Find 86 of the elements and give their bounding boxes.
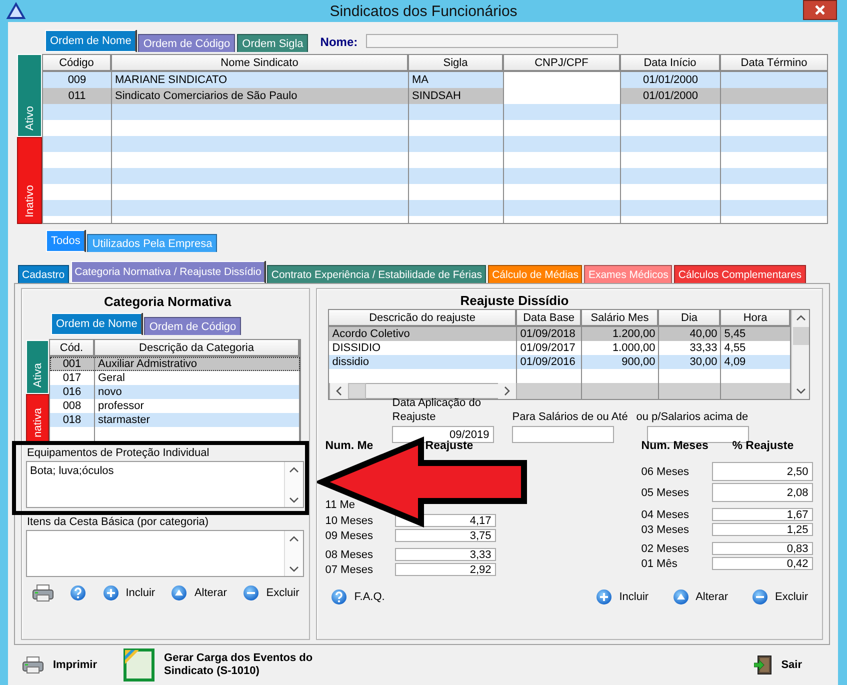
input-field[interactable]: 1,25 xyxy=(712,523,814,536)
text-area[interactable]: Bota; luva;óculos xyxy=(26,461,304,508)
input-field[interactable] xyxy=(366,34,618,48)
action-button[interactable]: Incluir xyxy=(102,585,156,601)
row-label: 01 Mês xyxy=(641,558,678,570)
action-button[interactable]: Incluir xyxy=(596,589,649,605)
vertical-tab[interactable]: Ativa xyxy=(26,340,49,394)
input-field[interactable]: 2,08 xyxy=(712,483,814,502)
help-icon xyxy=(331,589,348,605)
input-field[interactable]: 2,50 xyxy=(712,462,814,481)
window-title: Sindicatos dos Funcionários xyxy=(330,2,518,20)
close-button[interactable] xyxy=(803,0,837,20)
row-label: 07 Meses xyxy=(325,564,374,576)
footer-button[interactable]: Sair xyxy=(754,655,802,676)
field-label: Nome: xyxy=(320,35,358,49)
row-label: 05 Meses xyxy=(641,486,690,498)
table-row[interactable]: 016 novo xyxy=(50,385,300,399)
tab[interactable]: Ordem Sigla xyxy=(237,34,308,52)
tab[interactable]: Cadastro xyxy=(18,265,69,283)
app-icon xyxy=(6,2,26,20)
horizontal-scrollbar[interactable] xyxy=(329,383,518,399)
minus-icon xyxy=(752,589,768,605)
column-header: Num. Meses xyxy=(641,440,710,454)
plus-icon xyxy=(596,589,612,605)
tab[interactable]: Cálculos Complementares xyxy=(674,265,806,283)
field-label: Para Salários de ou Até xyxy=(512,410,629,424)
table-row[interactable]: 009 MARIANE SINDICATO MA 01/01/2000 xyxy=(43,72,827,88)
help-icon[interactable] xyxy=(70,585,86,601)
action-button[interactable]: Excluir xyxy=(752,589,808,605)
scrollbar[interactable] xyxy=(284,531,303,576)
scrollbar[interactable] xyxy=(791,310,810,399)
input-field[interactable]: 3,33 xyxy=(395,548,496,561)
scrollbar[interactable] xyxy=(284,462,303,507)
table-row[interactable]: 001 Auxiliar Admistrativo xyxy=(50,357,300,371)
table-row[interactable]: Acordo Coletivo 01/09/2018 1.200,00 40,00 5,45 xyxy=(329,327,792,341)
vertical-tab[interactable]: nativa xyxy=(26,394,49,444)
scroll-thumb[interactable] xyxy=(793,327,810,345)
field-label: Itens da Cesta Básica (por categoria) xyxy=(27,516,210,529)
tab[interactable]: Ordem de Código xyxy=(138,34,236,52)
row-label: 11 Me xyxy=(325,498,356,510)
row-label: 03 Meses xyxy=(641,524,690,536)
printer-icon xyxy=(22,656,44,674)
tab[interactable]: Contrato Experiência / Estabilidade de Férias xyxy=(267,265,486,283)
vertical-tab[interactable]: Inativo xyxy=(17,137,42,224)
input-field[interactable]: 2,92 xyxy=(395,563,496,576)
printer-icon[interactable] xyxy=(32,584,54,602)
row-label: 02 Meses xyxy=(641,542,690,554)
input-field[interactable]: 0,42 xyxy=(712,557,814,570)
row-label: 04 Meses xyxy=(641,508,690,520)
footer-button[interactable]: Imprimir xyxy=(22,656,98,674)
table-row[interactable]: dissidio 01/09/2016 900,00 30,00 4,09 xyxy=(329,355,792,369)
scroll-thumb[interactable] xyxy=(348,383,366,399)
field-text: Bota; luva;óculos xyxy=(30,465,114,477)
input-field[interactable]: 3,75 xyxy=(395,529,496,542)
table-row[interactable]: 011 Sindicato Comerciarios de São Paulo SINDSAH 01/01/2000 xyxy=(43,88,827,104)
action-button[interactable]: F.A.Q. xyxy=(331,589,385,605)
minus-icon xyxy=(243,585,260,601)
plus-icon xyxy=(102,585,119,601)
input-field[interactable]: 0,83 xyxy=(712,542,814,555)
input-field[interactable]: 1,67 xyxy=(712,508,814,521)
action-button[interactable]: Excluir xyxy=(243,585,300,601)
footer-button[interactable]: Gerar Carga dos Eventos do Sindicato (S-1010) xyxy=(123,648,314,682)
section-title: Reajuste Dissídio xyxy=(460,293,570,309)
row-label: 06 Meses xyxy=(641,466,690,478)
vertical-tab[interactable]: Ativo xyxy=(17,54,42,137)
tab[interactable]: Ordem de Código xyxy=(144,317,242,335)
exit-door-icon xyxy=(754,655,772,676)
column-header: Reajuste xyxy=(425,440,474,454)
row-label: 09 Meses xyxy=(325,530,374,542)
action-button[interactable]: Alterar xyxy=(672,589,728,605)
document-icon xyxy=(123,648,156,682)
field-label: ou p/Salarios acima de xyxy=(636,410,750,424)
field-label: Equipamentos de Proteção Individual xyxy=(27,447,210,460)
tab[interactable]: Ordem de Nome xyxy=(45,30,136,52)
column-header: Num. Me xyxy=(325,440,374,454)
section-title: Categoria Normativa xyxy=(104,294,232,310)
column-header: % Reajuste xyxy=(732,440,794,454)
table-row[interactable]: 018 starmaster xyxy=(50,413,300,427)
tab[interactable]: Categoria Normativa / Reajuste Dissídio xyxy=(70,261,266,283)
field-label: Data Aplicação do Reajuste xyxy=(392,396,482,424)
input-field[interactable] xyxy=(512,426,614,443)
action-button[interactable]: Alterar xyxy=(171,585,227,601)
close-icon[interactable] xyxy=(815,5,825,15)
row-label: 10 Meses xyxy=(325,514,374,526)
tab[interactable]: Ordem de Nome xyxy=(51,313,142,335)
row-label: 08 Meses xyxy=(325,548,374,560)
